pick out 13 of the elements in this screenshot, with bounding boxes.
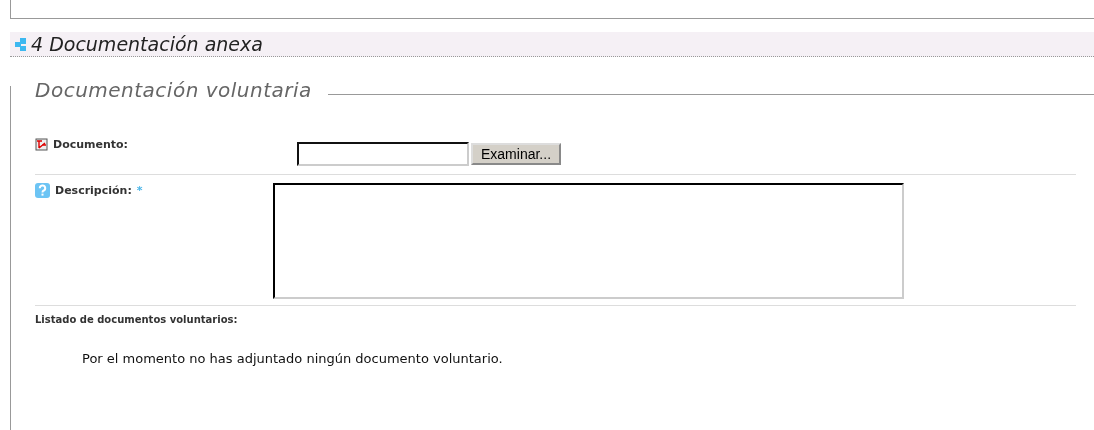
list-label: Listado de documentos voluntarios: <box>35 314 238 325</box>
help-icon <box>35 183 50 198</box>
browse-button[interactable]: Examinar... <box>471 143 562 165</box>
file-path-field[interactable] <box>297 142 469 166</box>
required-mark: * <box>136 184 143 197</box>
field-label: Descripción: <box>55 184 132 197</box>
description-field[interactable] <box>273 183 904 299</box>
pdf-icon <box>35 138 48 151</box>
empty-message: Por el momento no has adjuntado ningún documento voluntario. <box>82 351 503 366</box>
field-label: Documento: <box>53 138 128 151</box>
fieldset-legend: Documentación voluntaria <box>11 78 312 102</box>
squares-icon <box>15 37 27 51</box>
section-title: 4 Documentación anexa <box>31 33 263 55</box>
